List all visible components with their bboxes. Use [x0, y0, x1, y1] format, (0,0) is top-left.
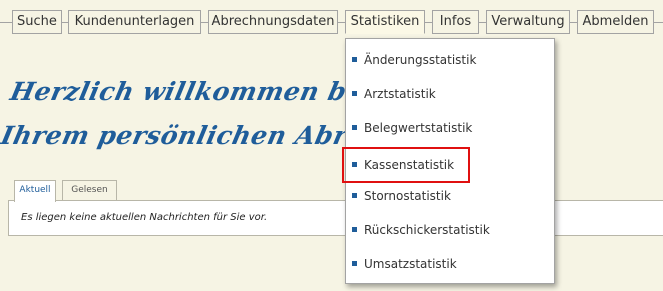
menu-item-label: Arztstatistik	[364, 87, 436, 101]
no-messages-text: Es liegen keine aktuellen Nachrichten fü…	[21, 212, 268, 223]
nav-item-abmelden[interactable]: Abmelden	[577, 10, 654, 34]
nav-item-verwaltung[interactable]: Verwaltung	[486, 10, 570, 34]
menu-item-aenderungsstatistik[interactable]: Änderungsstatistik	[352, 49, 548, 71]
bullet-icon	[352, 91, 357, 96]
tab-aktuell[interactable]: Aktuell	[14, 180, 56, 202]
bullet-icon	[352, 261, 357, 266]
bullet-icon	[352, 193, 357, 198]
messages-panel: Es liegen keine aktuellen Nachrichten fü…	[8, 200, 663, 236]
menu-item-label: Umsatzstatistik	[364, 257, 457, 271]
menu-item-arztstatistik[interactable]: Arztstatistik	[352, 83, 548, 105]
menu-item-label: Kassenstatistik	[364, 158, 455, 172]
menu-item-label: Belegwertstatistik	[364, 121, 473, 135]
nav-item-statistiken[interactable]: Statistiken	[345, 10, 425, 34]
nav-item-infos[interactable]: Infos	[432, 10, 479, 34]
statistiken-dropdown-menu: Änderungsstatistik Arztstatistik Belegwe…	[342, 38, 555, 284]
tab-gelesen[interactable]: Gelesen	[62, 180, 117, 201]
nav-item-suche[interactable]: Suche	[12, 10, 62, 34]
menu-item-rueckschickerstatistik[interactable]: Rückschickerstatistik	[352, 219, 548, 241]
menu-item-umsatzstatistik[interactable]: Umsatzstatistik	[352, 253, 548, 275]
bullet-icon	[352, 125, 357, 130]
menu-item-kassenstatistik[interactable]: Kassenstatistik	[342, 147, 470, 183]
nav-item-kundenunterlagen[interactable]: Kundenunterlagen	[68, 10, 201, 34]
bullet-icon	[352, 227, 357, 232]
menu-item-belegwertstatistik[interactable]: Belegwertstatistik	[352, 117, 548, 139]
menu-item-label: Änderungsstatistik	[364, 53, 477, 67]
bullet-icon	[352, 57, 357, 62]
menu-item-label: Rückschickerstatistik	[364, 223, 490, 237]
nav-item-abrechnungsdaten[interactable]: Abrechnungsdaten	[208, 10, 338, 34]
menu-item-stornostatistik[interactable]: Stornostatistik	[352, 185, 548, 207]
main-navigation: Suche Kundenunterlagen Abrechnungsdaten …	[0, 0, 663, 40]
bullet-icon	[352, 162, 357, 167]
menu-item-label: Stornostatistik	[364, 189, 451, 203]
